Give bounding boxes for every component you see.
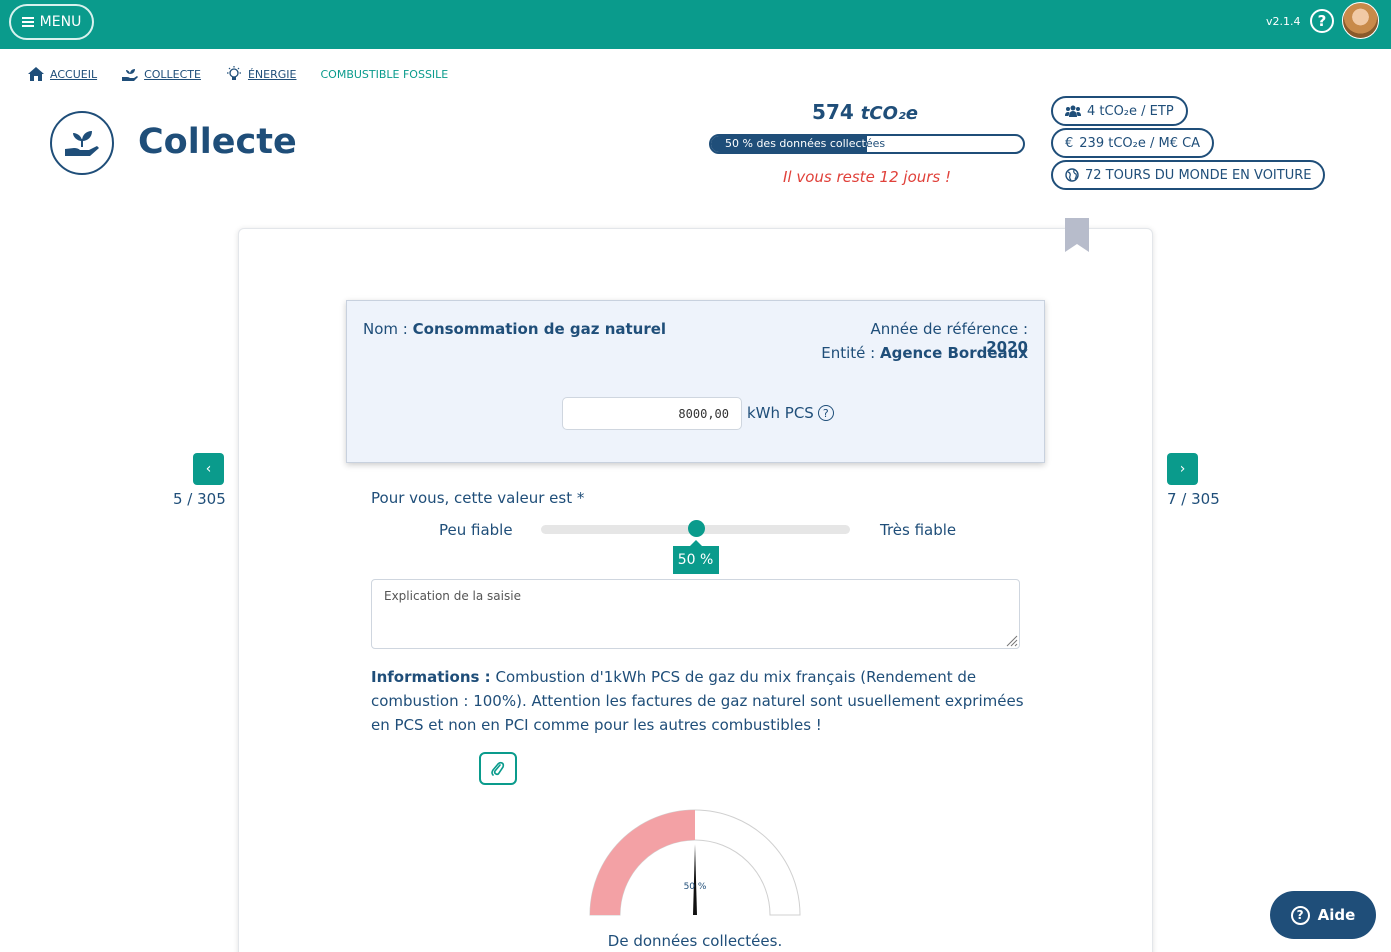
gauge-label: 50 % [684, 882, 707, 892]
collection-progress-bar: 50 % des données collectées 50 % des don… [709, 134, 1025, 154]
plant-hand-icon [122, 69, 139, 81]
pill-text: 239 tCO₂e / M€ CA [1079, 135, 1201, 151]
slider-low-label: Peu fiable [439, 521, 513, 539]
aide-button[interactable]: ? Aide [1270, 891, 1376, 939]
information-text: Informations : Combustion d'1kWh PCS de … [371, 665, 1025, 737]
breadcrumb-label: COLLECTE [144, 67, 201, 81]
gauge-caption: De données collectées. [607, 932, 783, 950]
collecte-page-icon [50, 111, 114, 175]
entry-entity: Entité : Agence Bordeaux [800, 344, 1028, 362]
home-icon [28, 67, 44, 81]
co2-value: 574 [812, 100, 854, 124]
world-tours-pill[interactable]: 72 TOURS DU MONDE EN VOITURE [1051, 160, 1326, 190]
entry-name-label: Nom : [363, 320, 408, 338]
progress-text-overlay: 50 % des données collectées [725, 137, 867, 150]
euro-icon: € [1065, 135, 1074, 151]
breadcrumb: ACCUEIL COLLECTE ÉNERGIE COMBUSTIBLE FOS… [27, 64, 472, 84]
page-title: Collecte [138, 122, 297, 162]
breadcrumb-label: ACCUEIL [50, 67, 98, 81]
lightbulb-icon [226, 66, 241, 80]
gauge-needle [693, 844, 697, 915]
plant-hand-icon [65, 131, 99, 156]
co2-per-revenue-pill[interactable]: € 239 tCO₂e / M€ CA [1051, 128, 1215, 158]
deadline-warning: Il vous reste 12 jours ! [782, 168, 952, 186]
slider-high-label: Très fiable [880, 521, 957, 539]
next-entry-count: 7 / 305 [1167, 490, 1220, 508]
co2-total: 574 tCO₂e [800, 100, 930, 124]
entry-name-value: Consommation de gaz naturel [412, 320, 667, 338]
progress-fill: 50 % des données collectées [711, 136, 867, 152]
globe-icon [1065, 168, 1079, 182]
top-bar: MENU v2.1.4 ? [0, 0, 1391, 49]
quantity-input[interactable] [562, 397, 742, 430]
reliability-question: Pour vous, cette valeur est * [371, 489, 585, 507]
hamburger-icon [21, 17, 34, 27]
explanation-textarea[interactable] [371, 579, 1020, 649]
pill-text: 72 TOURS DU MONDE EN VOITURE [1085, 167, 1312, 183]
gauge-fill [590, 810, 695, 915]
reliability-value-tooltip: 50 % [672, 540, 719, 574]
app-version: v2.1.4 [1266, 15, 1301, 28]
users-icon [1065, 105, 1081, 117]
breadcrumb-collecte[interactable]: COLLECTE [121, 66, 201, 82]
reliability-slider-thumb[interactable] [687, 520, 705, 537]
co2-unit: tCO₂e [860, 103, 918, 124]
entry-name: Nom : Consommation de gaz naturel [363, 320, 666, 338]
resize-grip-icon[interactable] [1004, 633, 1018, 647]
pill-text: 4 tCO₂e / ETP [1087, 103, 1174, 119]
aide-label: Aide [1317, 906, 1356, 924]
entry-entity-label: Entité : [821, 344, 876, 362]
help-circle-icon[interactable]: ? [1310, 9, 1334, 33]
unit-label: kWh PCS ? [747, 404, 834, 422]
menu-label: MENU [39, 14, 82, 30]
co2-per-etp-pill[interactable]: 4 tCO₂e / ETP [1051, 96, 1188, 126]
paperclip-icon [491, 761, 505, 776]
help-circle-icon: ? [1290, 905, 1310, 925]
unit-help-icon[interactable]: ? [817, 405, 834, 421]
information-label: Informations : [371, 668, 491, 686]
breadcrumb-label: ÉNERGIE [247, 67, 297, 81]
avatar[interactable] [1342, 2, 1379, 39]
menu-button[interactable]: MENU [9, 4, 94, 40]
entry-entity-value: Agence Bordeaux [879, 344, 1028, 362]
previous-entry-button[interactable]: ‹ [193, 453, 224, 485]
attach-file-button[interactable] [479, 752, 517, 785]
entry-year-label: Année de référence : [870, 320, 1028, 338]
bookmark-icon[interactable] [1065, 218, 1089, 252]
breadcrumb-energie[interactable]: ÉNERGIE [225, 66, 297, 82]
next-entry-button[interactable]: › [1167, 453, 1198, 485]
breadcrumb-accueil[interactable]: ACCUEIL [27, 66, 97, 82]
breadcrumb-current: COMBUSTIBLE FOSSILE [320, 67, 449, 81]
unit-text: kWh PCS [747, 404, 814, 422]
previous-entry-count: 5 / 305 [173, 490, 226, 508]
collection-gauge: 50 % [589, 809, 801, 916]
